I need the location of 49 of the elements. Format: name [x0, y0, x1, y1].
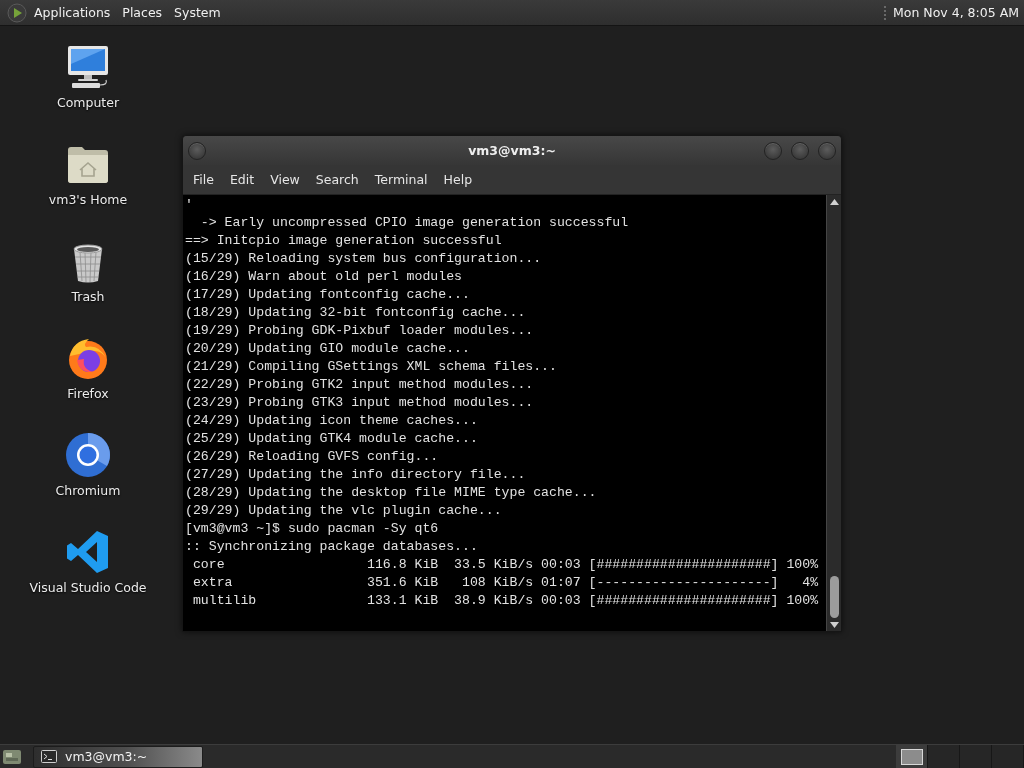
triangle-logo-icon[interactable] — [7, 2, 27, 23]
menu-item[interactable]: Edit — [221, 168, 263, 191]
terminal-line: (17/29) Updating fontconfig cache... — [185, 286, 470, 304]
panel-menu[interactable]: Applications — [28, 2, 117, 23]
terminal-icon — [41, 750, 57, 763]
scrollbar-thumb[interactable] — [829, 576, 839, 618]
terminal-line: (29/29) Updating the vlc plugin cache... — [185, 502, 502, 520]
desktop-icon-label: Chromium — [55, 483, 121, 499]
terminal-line: extra 351.6 KiB 108 KiB/s 01:07 [----------------------] 4% — [191, 574, 819, 592]
terminal-line: (23/29) Probing GTK3 input method modules... — [185, 394, 534, 412]
window-title: vm3@vm3:~ — [468, 143, 556, 158]
desktop-icon-label: Computer — [56, 95, 120, 111]
scroll-up-arrow-icon[interactable] — [829, 199, 839, 205]
terminal-line: (28/29) Updating the desktop file MIME type cache... — [185, 484, 597, 502]
menu-item[interactable]: View — [262, 168, 308, 191]
workspace-cell[interactable] — [896, 745, 928, 768]
terminal-line: (22/29) Probing GTK2 input method modules... — [185, 376, 534, 394]
drag-handle-icon[interactable] — [883, 4, 887, 21]
desktop-icon-label: vm3's Home — [48, 192, 128, 208]
terminal-line: -> Early uncompressed CPIO image generation successful — [199, 214, 629, 232]
terminal-line: (19/29) Probing GDK-Pixbuf loader modules... — [185, 322, 534, 340]
terminal-line: ==> Initcpio image generation successful — [185, 232, 502, 250]
terminal-line: core 116.8 KiB 33.5 KiB/s 00:03 [######################] 100% — [191, 556, 819, 574]
scroll-down-arrow-icon[interactable] — [829, 622, 839, 628]
terminal-line: multilib 133.1 KiB 38.9 KiB/s 00:03 [######################] 100% — [191, 592, 819, 610]
desktop-icon-label: Firefox — [67, 386, 109, 402]
panel-menu[interactable]: System — [168, 2, 227, 23]
terminal-line: (24/29) Updating icon theme caches... — [185, 412, 478, 430]
terminal-line: :: Synchronizing package databases... — [185, 538, 478, 556]
taskbar-button[interactable]: vm3@vm3:~ — [33, 745, 203, 768]
terminal-line: (16/29) Warn about old perl modules — [185, 268, 462, 286]
panel-clock[interactable]: Mon Nov 4, 8:05 AM — [893, 5, 1020, 20]
terminal-line: (21/29) Compiling GSettings XML schema files... — [185, 358, 557, 376]
terminal-line: ' — [185, 196, 193, 214]
circle-logo-icon[interactable] — [64, 431, 112, 479]
terminal-line: (15/29) Reloading system bus configuration... — [185, 250, 542, 268]
menu-item[interactable]: Help — [435, 168, 481, 191]
menu-item[interactable]: Search — [307, 168, 367, 191]
menu-item[interactable]: File — [185, 168, 222, 191]
desktop-icon-label: Trash — [71, 289, 105, 305]
terminal-line: (26/29) Reloading GVFS config... — [185, 448, 439, 466]
terminal-line: (18/29) Updating 32-bit fontconfig cache... — [185, 304, 526, 322]
panel-menu[interactable]: Places — [116, 2, 169, 23]
terminal-line: (25/29) Updating GTK4 module cache... — [185, 430, 478, 448]
terminal-line: (27/29) Updating the info directory file... — [185, 466, 526, 484]
terminal-line: (20/29) Updating GIO module cache... — [185, 340, 470, 358]
desktop-icon-label: Visual Studio Code — [29, 580, 147, 596]
menu-item[interactable]: Terminal — [366, 168, 436, 191]
terminal-line: [vm3@vm3 ~]$ sudo pacman -Sy qt6 — [185, 520, 439, 538]
